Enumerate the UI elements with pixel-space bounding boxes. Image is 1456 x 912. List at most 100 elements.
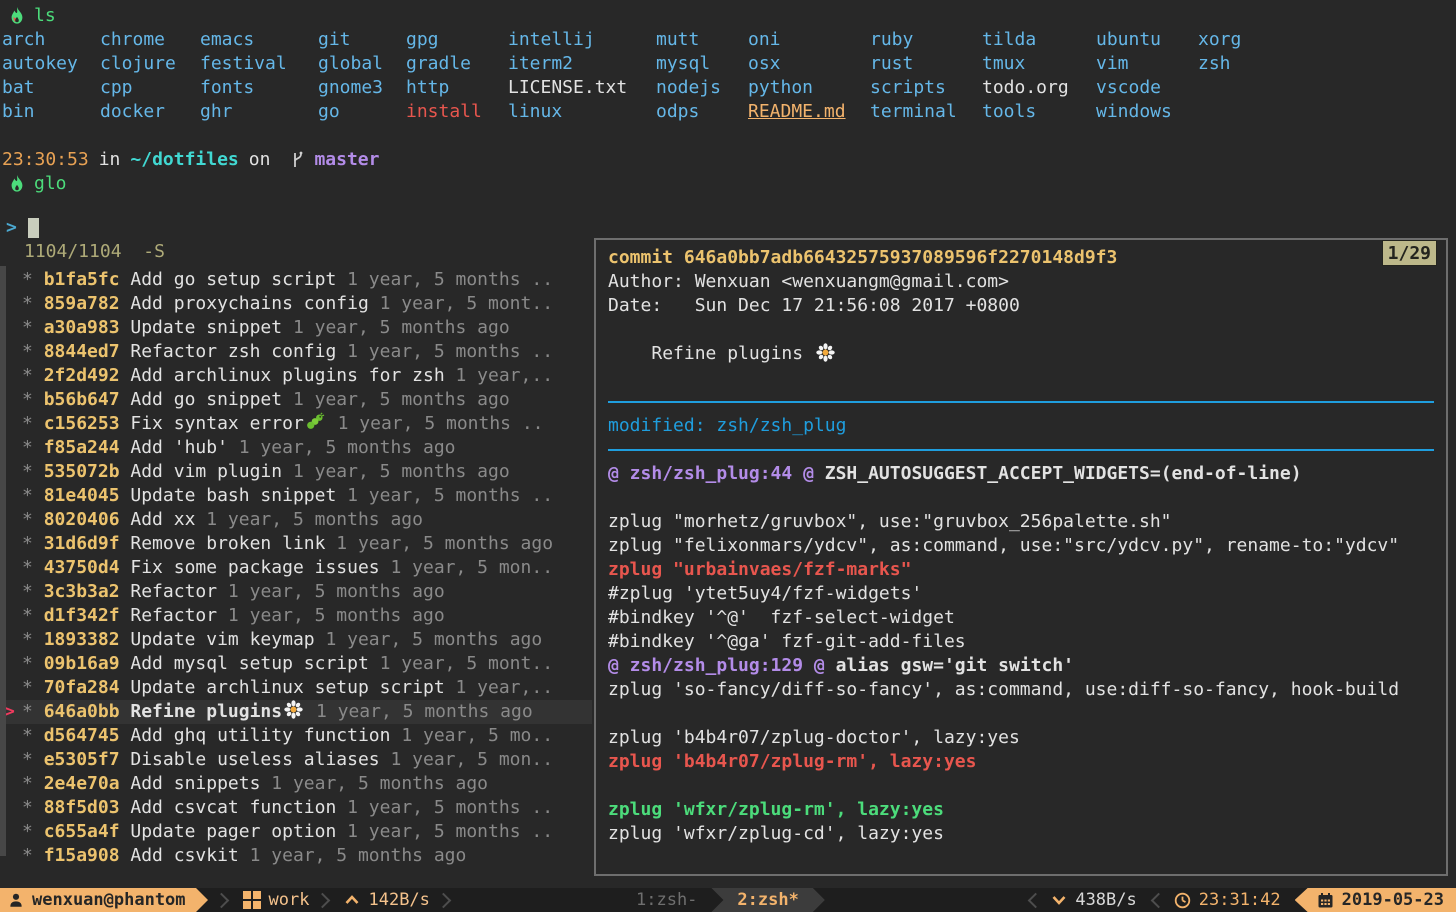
commit-date: 1 year, 5 mont.. xyxy=(368,293,554,314)
ls-column: ruby rust scripts terminal xyxy=(870,28,982,124)
commit-hash: e5305f7 xyxy=(43,749,120,770)
diff-body: @ zsh/zsh_plug:44 @ ZSH_AUTOSUGGEST_ACCE… xyxy=(608,462,1434,846)
ls-output: arch autokey bat bin chrome clojure cpp docker e… xyxy=(2,28,1454,124)
status-host-segment: wenxuan@phantom xyxy=(0,888,196,912)
diff-line: #bindkey '^@' fzf-select-widget xyxy=(608,607,955,628)
commit-row[interactable]: * 535072b Add vim plugin 1 year, 5 month… xyxy=(0,460,592,484)
commit-row[interactable]: * 31d6d9f Remove broken link 1 year, 5 m… xyxy=(0,532,592,556)
ls-entry: intellij xyxy=(508,29,595,50)
commit-row[interactable]: * f85a244 Add 'hub' 1 year, 5 months ago xyxy=(0,436,592,460)
commit-row[interactable]: * 8844ed7 Refactor zsh config 1 year, 5 … xyxy=(0,340,592,364)
commit-row[interactable]: * d1f342f Refactor 1 year, 5 months ago xyxy=(0,604,592,628)
commit-preview-panel[interactable]: 1/29 commit 646a0bb7adb66432575937089596… xyxy=(594,238,1448,876)
fzf-scrollbar[interactable] xyxy=(0,266,6,856)
commit-row[interactable]: * 1893382 Update vim keymap 1 year, 5 mo… xyxy=(0,628,592,652)
calendar-icon xyxy=(1318,892,1333,907)
ls-entry: tilda xyxy=(982,29,1037,50)
commit-message: Add mysql setup script xyxy=(119,653,369,674)
graph-asterisk: * xyxy=(22,365,44,386)
ls-column: gpg gradle http install xyxy=(406,28,508,124)
commit-date: 1 year,.. xyxy=(444,677,554,698)
commit-row[interactable]: * e5305f7 Disable useless aliases 1 year… xyxy=(0,748,592,772)
commit-row[interactable]: * 2e4e70a Add snippets 1 year, 5 months … xyxy=(0,772,592,796)
ls-entry: global xyxy=(318,53,384,74)
tmux-window-active[interactable]: 2:zsh* xyxy=(711,888,824,912)
prompt-on-word: on xyxy=(248,149,271,170)
flower-emoji-icon xyxy=(284,700,303,719)
status-time-segment: 23:31:42 xyxy=(1174,888,1281,912)
commit-row[interactable]: * d564745 Add ghq utility function 1 yea… xyxy=(0,724,592,748)
status-time-text: 23:31:42 xyxy=(1198,890,1281,910)
tmux-window-label: 2:zsh* xyxy=(737,890,799,910)
commit-row[interactable]: * 859a782 Add proxychains config 1 year,… xyxy=(0,292,592,316)
fzf-search-input[interactable]: > xyxy=(0,216,592,240)
ls-entry: autokey xyxy=(2,53,78,74)
commit-row[interactable]: > * 646a0bb Refine plugins 1 year, 5 mont… xyxy=(0,700,592,724)
diff-line: zplug 'so-fancy/diff-so-fancy', as:comma… xyxy=(608,679,1400,700)
status-download-segment: 438B/s xyxy=(1051,888,1137,912)
graph-asterisk: * xyxy=(22,581,44,602)
commit-row[interactable]: * f15a908 Add csvkit 1 year, 5 months ag… xyxy=(0,844,592,868)
commit-row[interactable]: * 88f5d03 Add csvcat function 1 year, 5 … xyxy=(0,796,592,820)
commit-row[interactable]: * c156253 Fix syntax error 1 year, 5 mon… xyxy=(0,412,592,436)
commit-row[interactable]: * b56b647 Add go snippet 1 year, 5 month… xyxy=(0,388,592,412)
commit-row[interactable]: * 70fa284 Update archlinux setup script … xyxy=(0,676,592,700)
commit-hash: 70fa284 xyxy=(43,677,120,698)
commit-row[interactable]: * 2f2d492 Add archlinux plugins for zsh … xyxy=(0,364,592,388)
graph-asterisk: * xyxy=(22,389,44,410)
ls-entry: xorg xyxy=(1198,29,1242,50)
graph-asterisk: * xyxy=(22,677,44,698)
ls-entry: oni xyxy=(748,29,781,50)
ls-entry: tmux xyxy=(982,53,1026,74)
ls-entry: fonts xyxy=(200,77,255,98)
tmux-window-inactive[interactable]: 1:zsh- xyxy=(636,888,697,912)
commit-message: Disable useless aliases xyxy=(119,749,380,770)
commit-row[interactable]: * c655a4f Update pager option 1 year, 5 … xyxy=(0,820,592,844)
commit-message: Update vim keymap xyxy=(119,629,315,650)
commit-hash: d1f342f xyxy=(43,605,120,626)
pointer-gutter xyxy=(4,484,22,508)
commit-row[interactable]: * 81e4045 Update bash snippet 1 year, 5 … xyxy=(0,484,592,508)
commit-date: 1 year, 5 months .. xyxy=(336,485,554,506)
ls-column: tilda tmux todo.org tools xyxy=(982,28,1096,124)
commit-row[interactable]: * 8020406 Add xx 1 year, 5 months ago xyxy=(0,508,592,532)
ls-entry: arch xyxy=(2,29,46,50)
commit-message: Add vim plugin xyxy=(119,461,283,482)
commit-hash: 2e4e70a xyxy=(43,773,120,794)
commit-date: 1 year, 5 months ago xyxy=(238,845,467,866)
ls-column: xorg zsh xyxy=(1198,28,1278,124)
commit-row[interactable]: * 43750d4 Fix some package issues 1 year… xyxy=(0,556,592,580)
glo-command-line: glo xyxy=(2,172,1454,196)
diff-separator-rule xyxy=(608,390,1434,414)
commit-date: 1 year, 5 months .. xyxy=(326,413,544,434)
pointer-gutter xyxy=(4,820,22,844)
commit-hash: f15a908 xyxy=(43,845,120,866)
commit-hash: d564745 xyxy=(43,725,120,746)
flower-emoji-icon xyxy=(816,343,835,362)
commit-row[interactable]: * 3c3b3a2 Refactor 1 year, 5 months ago xyxy=(0,580,592,604)
commit-hash: 31d6d9f xyxy=(43,533,120,554)
ls-entry: rust xyxy=(870,53,914,74)
commit-message: Update bash snippet xyxy=(119,485,337,506)
hunk-context: ZSH_AUTOSUGGEST_ACCEPT_WIDGETS=(end-of-l… xyxy=(813,463,1302,484)
commit-date: 1 year, 5 months ago xyxy=(217,605,445,626)
commit-message: Refactor zsh config xyxy=(119,341,337,362)
commit-date-line: Date: Sun Dec 17 21:56:08 2017 +0800 xyxy=(608,295,1020,316)
commit-date: 1 year, 5 months ago xyxy=(282,317,510,338)
commit-row[interactable]: * b1fa5fc Add go setup script 1 year, 5 … xyxy=(0,268,592,292)
commit-row[interactable]: * 09b16a9 Add mysql setup script 1 year,… xyxy=(0,652,592,676)
ls-entry: README.md xyxy=(748,101,846,122)
diff-line xyxy=(608,486,1434,510)
ls-column: git global gnome3 go xyxy=(318,28,406,124)
status-session-segment[interactable]: work xyxy=(242,888,309,912)
commit-date: 1 year, 5 months ago xyxy=(260,773,489,794)
ls-entry: python xyxy=(748,77,814,98)
commit-row[interactable]: * a30a983 Update snippet 1 year, 5 month… xyxy=(0,316,592,340)
graph-asterisk: * xyxy=(22,797,44,818)
commit-message: Update snippet xyxy=(119,317,283,338)
diff-modified-file-line: modified: zsh/zsh_plug xyxy=(608,415,847,436)
status-host-text: wenxuan@phantom xyxy=(32,890,186,910)
diff-separator-rule xyxy=(608,438,1434,462)
commit-hash: a30a983 xyxy=(43,317,120,338)
